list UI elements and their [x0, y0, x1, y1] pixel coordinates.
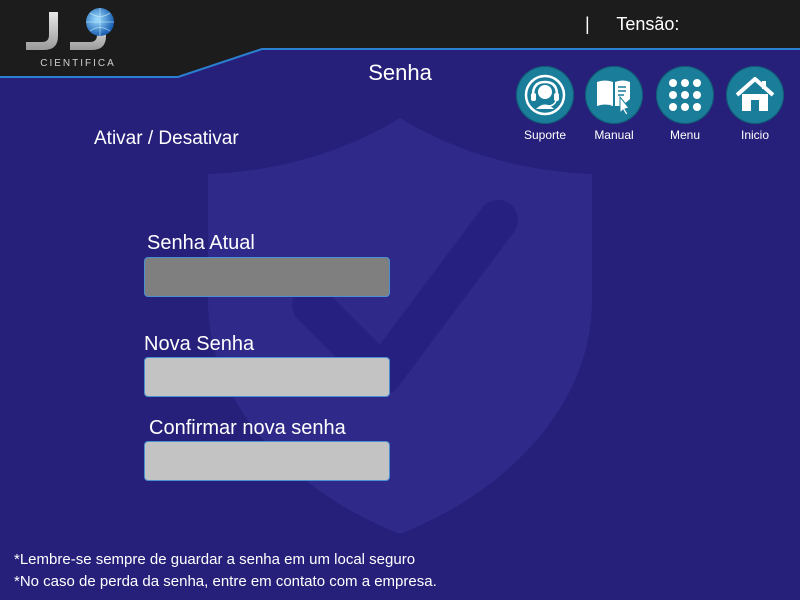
manual-button[interactable]: Manual: [583, 66, 645, 142]
menu-label: Menu: [669, 128, 701, 142]
tension-readout: | Tensão:: [585, 14, 679, 35]
support-label: Suporte: [523, 128, 567, 142]
book-touch-icon: [597, 80, 630, 116]
support-circle: [516, 66, 574, 124]
note-save-password: *Lembre-se sempre de guardar a senha em …: [14, 551, 416, 568]
home-label: Inicio: [740, 128, 769, 142]
confirm-password-label: Confirmar nova senha: [149, 417, 346, 439]
menu-circle: [656, 66, 714, 124]
manual-circle: [585, 66, 643, 124]
new-password-label: Nova Senha: [144, 333, 255, 355]
menu-button[interactable]: Menu: [654, 66, 716, 142]
home-button[interactable]: Inicio: [724, 66, 786, 142]
tension-label: Tensão:: [616, 14, 680, 34]
home-circle: [726, 66, 784, 124]
grid-dots-icon: [669, 79, 701, 111]
current-password-input[interactable]: [144, 257, 390, 297]
home-icon: [735, 77, 775, 111]
support-button[interactable]: Suporte: [514, 66, 576, 142]
tension-separator: |: [585, 14, 590, 34]
activate-deactivate-toggle[interactable]: Ativar / Desativar: [94, 128, 239, 150]
note-contact-company: *No caso de perda da senha, entre em con…: [14, 573, 437, 590]
current-password-label: Senha Atual: [147, 232, 255, 254]
password-screen: CIENTIFICA | Tensão: Senha Suporte Manua…: [0, 0, 800, 600]
manual-label: Manual: [594, 128, 634, 142]
headset-icon: [524, 74, 566, 116]
confirm-password-input[interactable]: [144, 441, 390, 481]
new-password-input[interactable]: [144, 357, 390, 397]
